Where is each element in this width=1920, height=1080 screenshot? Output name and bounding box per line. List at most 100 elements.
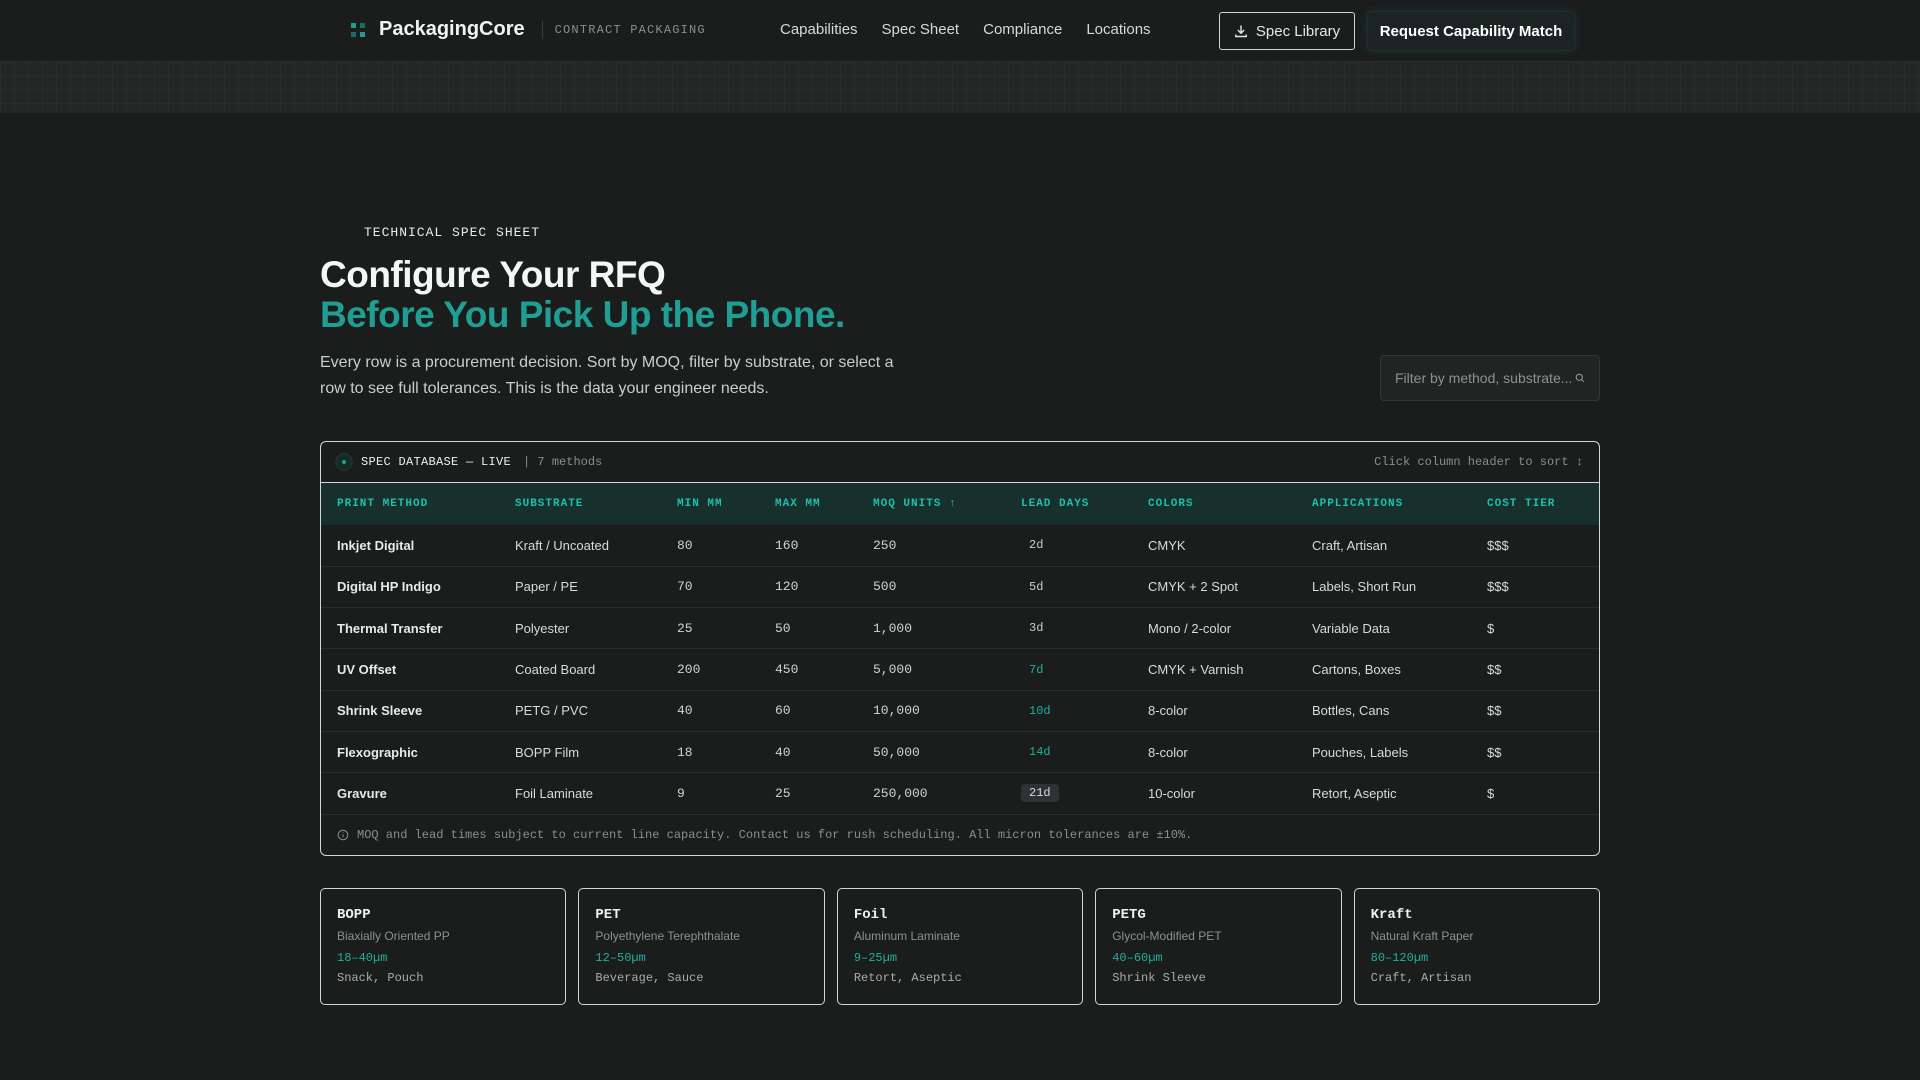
col-lead-days[interactable]: LEAD DAYS [1005,483,1132,525]
substrate-card-petg[interactable]: PETG Glycol-Modified PET 40–60µm Shrink Sle… [1095,888,1342,1005]
cell-colors: 8-color [1148,744,1188,760]
cell-lead-days: 5d [1005,566,1132,607]
cell-min-mm: 18 [677,744,693,760]
cell-lead-days: 10d [1005,690,1132,731]
cell-substrate: PETG / PVC [515,703,588,719]
cell-applications: Cartons, Boxes [1312,662,1401,678]
cell-print-method: Gravure [337,785,387,801]
section-eyebrow: TECHNICAL SPEC SHEET [364,225,541,240]
cell-substrate: Foil Laminate [515,785,594,801]
cell-max-mm: 40 [775,744,791,760]
cell-applications: Craft, Artisan [1312,537,1388,553]
substrate-thickness-range: 12–50µm [595,951,646,965]
cell-substrate: Polyester [515,620,570,636]
panel-title: SPEC DATABASE — LIVE [361,455,512,469]
col-print-method[interactable]: PRINT METHOD [321,483,499,525]
substrate-use-cases: Retort, Aseptic [853,971,962,985]
lead-days-badge: 2d [1029,538,1044,553]
substrate-card-bopp[interactable]: BOPP Biaxially Oriented PP 18–40µm Snack, P… [320,888,567,1005]
nav-compliance[interactable]: Compliance [983,21,1062,38]
cell-print-method: Shrink Sleeve [337,703,423,719]
substrate-use-cases: Beverage, Sauce [595,971,704,985]
cell-moq-units: 250,000 [873,785,928,801]
cell-max-mm: 160 [775,537,799,553]
cell-cost-tier: $$$ [1487,579,1509,595]
filter-search-input[interactable] [1395,370,1571,386]
lead-days-badge: 7d [1029,662,1044,677]
cell-substrate: Paper / PE [515,579,578,595]
cell-min-mm: 70 [677,579,693,595]
cell-cost-tier: $ [1487,785,1495,801]
method-count: | 7 methods [523,455,603,469]
footnote-text: MOQ and lead times subject to current li… [357,827,1193,842]
col-max-mm[interactable]: MAX MM [759,483,857,525]
cell-min-mm: 80 [677,537,693,553]
table-row[interactable]: UV Offset Coated Board 200 450 5,000 7d CMYK +… [321,649,1599,691]
substrate-card-pet[interactable]: PET Polyethylene Terephthalate 12–50µm Beve… [578,888,825,1005]
cell-cost-tier: $$ [1487,744,1502,760]
substrate-card-foil[interactable]: Foil Aluminum Laminate 9–25µm Retort, Asept… [836,888,1084,1005]
cell-moq-units: 10,000 [873,703,920,719]
lead-days-badge: 21d [1021,784,1059,803]
cell-max-mm: 25 [775,785,791,801]
nav-capabilities[interactable]: Capabilities [780,21,858,38]
top-navigation-bar: PackagingCore CONTRACT PACKAGING Capabil… [0,0,1920,62]
cell-moq-units: 500 [873,579,897,595]
table-header-row: PRINT METHOD SUBSTRATE MIN MM MAX MM MOQ… [321,483,1599,525]
cell-max-mm: 450 [775,662,799,678]
nav-spec-sheet[interactable]: Spec Sheet [882,21,960,38]
table-row[interactable]: Gravure Foil Laminate 9 25 250,000 21d 10-colo… [321,773,1599,815]
brand[interactable]: PackagingCore CONTRACT PACKAGING [349,18,706,41]
substrate-thickness-range: 40–60µm [1112,951,1163,965]
substrate-name: Biaxially Oriented PP [337,929,450,943]
cell-cost-tier: $ [1487,620,1495,636]
search-icon[interactable] [1575,371,1585,385]
cell-lead-days: 14d [1005,731,1132,772]
cell-print-method: Inkjet Digital [337,537,415,553]
cell-print-method: Flexographic [337,744,418,760]
page-title: Configure Your RFQ [320,254,666,295]
cell-moq-units: 5,000 [873,662,913,678]
cell-moq-units: 250 [873,537,897,553]
cell-min-mm: 40 [677,703,693,719]
request-capability-match-button[interactable]: Request Capability Match [1368,12,1574,50]
table-row[interactable]: Digital HP Indigo Paper / PE 70 120 500 5d CMY… [321,566,1599,608]
spec-database-panel: SPEC DATABASE — LIVE | 7 methods Click c… [320,441,1600,856]
table-row[interactable]: Inkjet Digital Kraft / Uncoated 80 160 250 2d… [321,525,1599,567]
cell-colors: CMYK + Varnish [1148,662,1244,678]
cell-print-method: Thermal Transfer [337,620,443,636]
lead-days-badge: 14d [1029,745,1051,760]
sort-hint: Click column header to sort ↕ [1374,455,1583,469]
substrate-thickness-range: 80–120µm [1370,951,1429,965]
cell-colors: 8-color [1148,703,1188,719]
spec-table: PRINT METHOD SUBSTRATE MIN MM MAX MM MOQ… [321,483,1599,815]
lead-days-badge: 3d [1029,621,1044,636]
info-icon [337,829,349,840]
substrate-thickness-range: 18–40µm [337,951,388,965]
cell-applications: Labels, Short Run [1312,579,1417,595]
table-row[interactable]: Flexographic BOPP Film 18 40 50,000 14d 8-colo… [321,731,1599,773]
col-substrate[interactable]: SUBSTRATE [499,483,661,525]
cell-substrate: Kraft / Uncoated [515,537,609,553]
nav-locations[interactable]: Locations [1086,21,1150,38]
col-moq-units[interactable]: MOQ UNITS ↑ [857,483,1005,525]
spec-library-button[interactable]: Spec Library [1219,12,1355,50]
col-cost-tier[interactable]: COST TIER [1471,483,1599,525]
cell-max-mm: 60 [775,703,791,719]
cell-lead-days: 7d [1005,649,1132,690]
cell-applications: Retort, Aseptic [1312,785,1397,801]
logo-grid-icon [351,22,365,37]
brand-name: PackagingCore [379,18,525,40]
download-icon [1234,25,1247,38]
substrate-use-cases: Craft, Artisan [1370,971,1472,985]
col-colors[interactable]: COLORS [1132,483,1296,525]
substrate-card-kraft[interactable]: Kraft Natural Kraft Paper 80–120µm Craft, A… [1353,888,1601,1005]
substrate-name: Natural Kraft Paper [1370,929,1474,943]
grid-pattern-band [0,62,1920,113]
col-applications[interactable]: APPLICATIONS [1296,483,1471,525]
table-row[interactable]: Shrink Sleeve PETG / PVC 40 60 10,000 10d 8-co… [321,690,1599,732]
substrate-name: Polyethylene Terephthalate [595,929,740,943]
cell-applications: Bottles, Cans [1312,703,1390,719]
col-min-mm[interactable]: MIN MM [661,483,759,525]
table-row[interactable]: Thermal Transfer Polyester 25 50 1,000 3d Mono… [321,608,1599,649]
